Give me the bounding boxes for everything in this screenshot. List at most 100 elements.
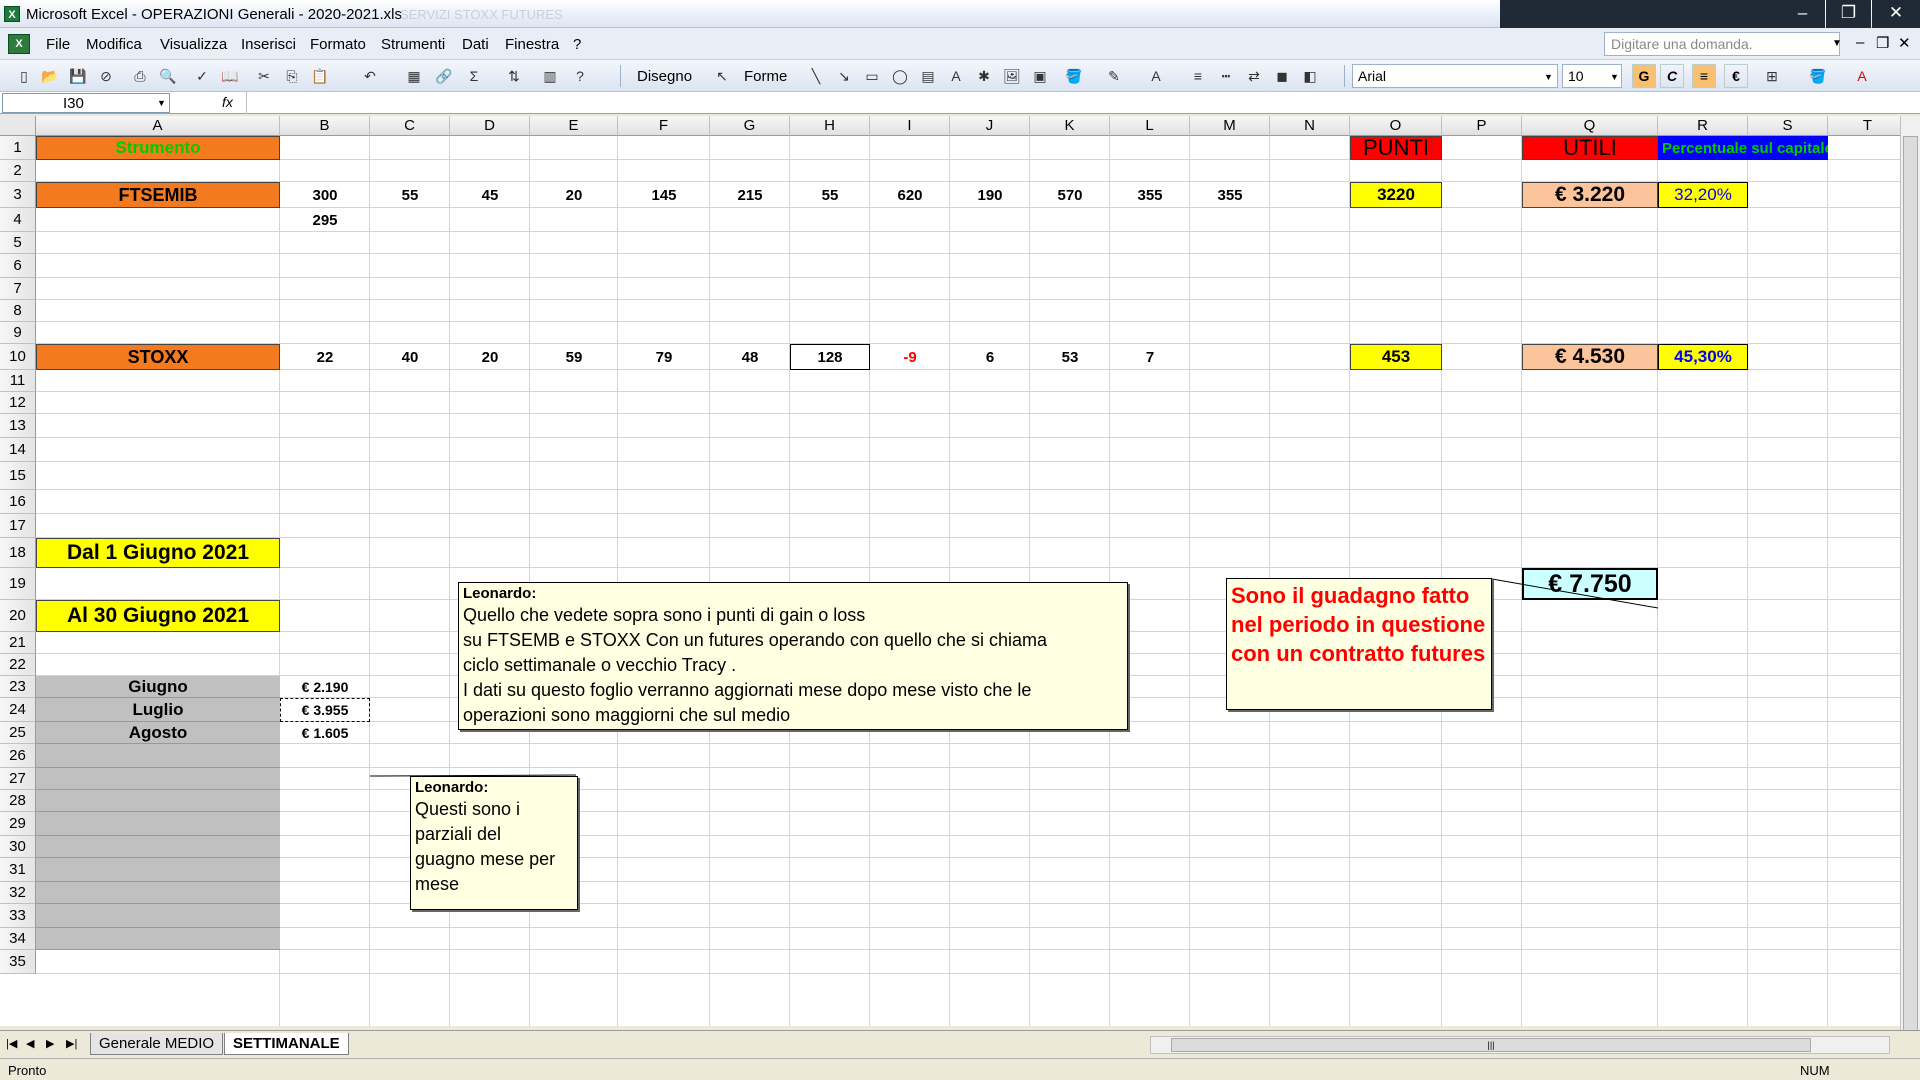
hyperlink-icon[interactable]: 🔗 [434, 66, 454, 86]
comment-monthly[interactable]: Leonardo: Questi sono i parziali del guagno… [410, 776, 578, 910]
row-header[interactable]: 23 [0, 676, 36, 698]
autoshapes-button[interactable]: Forme [744, 68, 787, 85]
help-search-input[interactable]: Digitare una domanda. [1604, 32, 1840, 56]
column-header[interactable]: R [1658, 116, 1748, 136]
autosum-icon[interactable]: Σ [464, 66, 484, 86]
stoxx-value[interactable]: 48 [710, 344, 790, 370]
month-empty-cell[interactable] [36, 836, 280, 858]
fill-bucket-icon[interactable]: 🪣 [1808, 66, 1828, 86]
row-header[interactable]: 6 [0, 254, 36, 278]
month-empty-cell[interactable] [36, 858, 280, 882]
line-color-icon[interactable]: ✎ [1104, 66, 1124, 86]
strumento-header[interactable]: Strumento [36, 136, 280, 160]
row-header[interactable]: 14 [0, 438, 36, 462]
draw-menu-button[interactable]: Disegno [637, 68, 692, 85]
font-name-select[interactable]: Arial [1352, 64, 1558, 88]
workbook-icon[interactable]: X [8, 34, 30, 54]
copy-icon[interactable]: ⎘ [282, 66, 302, 86]
row-header[interactable]: 16 [0, 490, 36, 514]
size-dropdown-icon[interactable]: ▼ [1610, 72, 1619, 82]
column-header[interactable]: B [280, 116, 370, 136]
column-header[interactable]: D [450, 116, 530, 136]
oval-icon[interactable]: ◯ [890, 66, 910, 86]
row-header[interactable]: 7 [0, 278, 36, 300]
stoxx-value[interactable]: 53 [1030, 344, 1110, 370]
month-value[interactable]: € 3.955 [280, 698, 370, 722]
row-header[interactable]: 32 [0, 882, 36, 904]
doc-restore-icon[interactable]: ❐ [1876, 34, 1889, 52]
month-empty-cell[interactable] [36, 812, 280, 836]
ftsemib-punti[interactable]: 3220 [1350, 182, 1442, 208]
ftsemib-value[interactable]: 570 [1030, 182, 1110, 208]
row-header[interactable]: 28 [0, 790, 36, 812]
stoxx-label[interactable]: STOXX [36, 344, 280, 370]
ftsemib-percentuale[interactable]: 32,20% [1658, 182, 1748, 208]
column-header[interactable]: L [1110, 116, 1190, 136]
column-header[interactable]: K [1030, 116, 1110, 136]
ftsemib-utili[interactable]: € 3.220 [1522, 182, 1658, 208]
prev-sheet-icon[interactable]: ◀ [26, 1037, 34, 1050]
stoxx-value[interactable]: 20 [450, 344, 530, 370]
row-header[interactable]: 11 [0, 370, 36, 392]
menu-help[interactable]: ? [573, 36, 581, 53]
column-header[interactable]: H [790, 116, 870, 136]
ftsemib-value[interactable]: 215 [710, 182, 790, 208]
euro-button[interactable]: € [1724, 64, 1748, 88]
stoxx-value[interactable]: 128 [790, 344, 870, 370]
ftsemib-value[interactable]: 145 [618, 182, 710, 208]
punti-header[interactable]: PUNTI [1350, 136, 1442, 160]
menu-visualizza[interactable]: Visualizza [160, 36, 227, 53]
name-box[interactable]: I30 [2, 93, 170, 113]
stoxx-value[interactable]: 59 [530, 344, 618, 370]
date-from[interactable]: Dal 1 Giugno 2021 [36, 538, 280, 568]
line-style-icon[interactable]: ≡ [1188, 66, 1208, 86]
row-header[interactable]: 1 [0, 136, 36, 160]
stoxx-punti[interactable]: 453 [1350, 344, 1442, 370]
row-header[interactable]: 5 [0, 232, 36, 254]
row-header[interactable]: 35 [0, 950, 36, 974]
print-icon[interactable]: ⎙ [130, 66, 150, 86]
total-earnings[interactable]: € 7.750 [1522, 568, 1658, 600]
font-dropdown-icon[interactable]: ▼ [1544, 72, 1553, 82]
name-box-dropdown-icon[interactable]: ▼ [157, 98, 166, 108]
menu-strumenti[interactable]: Strumenti [381, 36, 445, 53]
column-header[interactable]: E [530, 116, 618, 136]
column-header[interactable]: A [36, 116, 280, 136]
row-header[interactable]: 8 [0, 300, 36, 322]
textbox-icon[interactable]: ▤ [918, 66, 938, 86]
print-preview-icon[interactable]: 🔍 [158, 66, 178, 86]
column-header[interactable]: N [1270, 116, 1350, 136]
ftsemib-value[interactable]: 20 [530, 182, 618, 208]
stoxx-value[interactable]: 79 [618, 344, 710, 370]
column-header[interactable]: S [1748, 116, 1828, 136]
italic-button[interactable]: C [1660, 64, 1684, 88]
open-folder-icon[interactable]: 📂 [40, 66, 60, 86]
paste-icon[interactable]: 📋 [310, 66, 330, 86]
row-header[interactable]: 22 [0, 654, 36, 676]
column-header[interactable]: T [1828, 116, 1900, 136]
month-empty-cell[interactable] [36, 744, 280, 768]
ftsemib-value[interactable]: 355 [1190, 182, 1270, 208]
select-arrow-icon[interactable]: ↖ [712, 66, 732, 86]
close-button[interactable]: ✕ [1872, 0, 1920, 28]
vertical-scrollbar[interactable] [1900, 116, 1920, 1056]
month-empty-cell[interactable] [36, 882, 280, 904]
column-header[interactable]: I [870, 116, 950, 136]
worksheet-grid[interactable]: A B C D E F G H I J K L M N O P Q R S T 1 2 3 4 5 6 7 8 9 10 11 12 13 14 1… [0, 116, 1900, 1026]
horizontal-scrollbar[interactable]: ||| [1150, 1036, 1890, 1054]
column-header[interactable]: C [370, 116, 450, 136]
rectangle-icon[interactable]: ▭ [862, 66, 882, 86]
help-dropdown-icon[interactable]: ▼ [1832, 38, 1842, 49]
row-header[interactable]: 20 [0, 600, 36, 632]
row-header[interactable]: 27 [0, 768, 36, 790]
row-header[interactable]: 18 [0, 538, 36, 568]
row-header[interactable]: 13 [0, 414, 36, 438]
column-header[interactable]: Q [1522, 116, 1658, 136]
row-header[interactable]: 19 [0, 568, 36, 600]
select-all-corner[interactable] [0, 116, 36, 136]
spelling-icon[interactable]: ✓ [192, 66, 212, 86]
row-header[interactable]: 12 [0, 392, 36, 414]
comment-main[interactable]: Leonardo: Quello che vedete sopra sono i … [458, 582, 1128, 730]
shadow-icon[interactable]: ◼ [1272, 66, 1292, 86]
ftsemib-value[interactable]: 55 [790, 182, 870, 208]
